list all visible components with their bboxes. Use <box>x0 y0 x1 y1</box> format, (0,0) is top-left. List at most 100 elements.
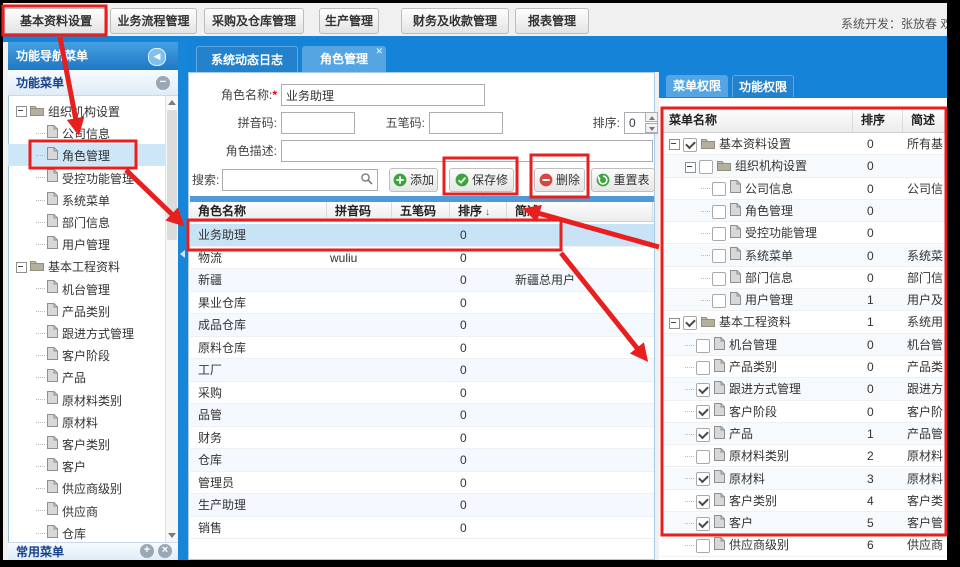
role-desc-field[interactable] <box>281 140 653 162</box>
delete-button[interactable]: 删除 <box>534 168 585 192</box>
spin-up-icon[interactable] <box>645 112 658 122</box>
tab-function-permissions[interactable]: 功能权限 <box>732 75 794 97</box>
permission-row[interactable]: 原材料类别2原材料 <box>661 445 947 467</box>
permission-checkbox[interactable] <box>696 361 710 375</box>
top-menu-item-3[interactable]: 采购及仓库管理 <box>204 8 304 34</box>
splitter-collapse-icon[interactable] <box>180 250 185 258</box>
permission-checkbox[interactable] <box>712 182 726 196</box>
expand-collapse-icon[interactable] <box>685 162 696 173</box>
expand-collapse-icon[interactable] <box>669 139 680 150</box>
permission-checkbox[interactable] <box>696 405 710 419</box>
permission-checkbox[interactable] <box>699 160 713 174</box>
permission-row[interactable]: 组织机构设置0 <box>661 155 947 177</box>
permission-checkbox[interactable] <box>712 272 726 286</box>
role-name-field[interactable] <box>281 84 485 106</box>
permission-checkbox[interactable] <box>683 138 697 152</box>
table-row[interactable]: 工厂0 <box>190 359 654 382</box>
permission-checkbox[interactable] <box>696 339 710 353</box>
save-changes-button[interactable]: 保存修改 <box>449 168 514 192</box>
permission-row[interactable]: 基本资料设置0所有基 <box>661 133 947 155</box>
table-row[interactable]: 成品仓库0 <box>190 314 654 337</box>
expand-collapse-icon[interactable] <box>16 262 27 273</box>
permission-checkbox[interactable] <box>696 495 710 509</box>
pinyin-field[interactable] <box>281 112 355 134</box>
tab-role-management[interactable]: 角色管理 ✕ <box>302 46 386 72</box>
spin-down-icon[interactable] <box>645 123 658 133</box>
permission-checkbox[interactable] <box>683 316 697 330</box>
table-row[interactable]: 品管0 <box>190 404 654 427</box>
table-row[interactable]: 新疆0新疆总用户 <box>190 269 654 292</box>
column-header-2[interactable]: 拼音码 <box>327 202 392 221</box>
table-row[interactable]: 采购0 <box>190 382 654 405</box>
permission-row[interactable]: 客户阶段0客户阶 <box>661 401 947 423</box>
permission-row[interactable]: 供应商级别6供应商 <box>661 534 947 556</box>
table-row[interactable]: 业务助理0 <box>190 224 654 247</box>
column-header-3[interactable]: 简述 <box>903 108 947 132</box>
column-header-2[interactable]: 排序 <box>853 108 903 132</box>
column-header-3[interactable]: 五笔码 <box>392 202 450 221</box>
permission-checkbox[interactable] <box>696 383 710 397</box>
permission-row[interactable]: 部门信息0部门信 <box>661 267 947 289</box>
panel-splitter[interactable] <box>178 42 188 560</box>
table-row[interactable]: 果业仓库0 <box>190 292 654 315</box>
expand-collapse-icon[interactable] <box>16 106 27 117</box>
table-row[interactable]: 物流wuliu0 <box>190 247 654 270</box>
top-menu-item-2[interactable]: 业务流程管理 <box>110 8 197 34</box>
column-header-5[interactable]: 简述 <box>507 202 653 221</box>
sidebar-section-header[interactable]: 功能菜单 <box>8 70 178 96</box>
top-menu-item-1[interactable]: 基本资料设置 <box>4 8 108 34</box>
sidebar-tree-item[interactable]: 组织机构设置 <box>8 100 173 122</box>
permission-checkbox[interactable] <box>712 294 726 308</box>
column-header-1[interactable]: 角色名称 <box>190 202 327 221</box>
table-row[interactable]: 生产助理0 <box>190 494 654 517</box>
reset-form-button[interactable]: 重置表单 <box>591 168 655 192</box>
permission-row[interactable]: 受控功能管理0 <box>661 222 947 244</box>
permission-checkbox[interactable] <box>696 539 710 553</box>
permission-row[interactable]: 机台管理0机台管 <box>661 334 947 356</box>
permission-row[interactable]: 原材料3原材料 <box>661 468 947 490</box>
sidebar-tree-item[interactable]: 基本工程资料 <box>8 255 173 277</box>
permission-checkbox[interactable] <box>696 472 710 486</box>
sidebar-collapse-button[interactable]: ◀ <box>148 48 166 66</box>
permission-checkbox[interactable] <box>712 249 726 263</box>
permission-row[interactable]: 客户类别4客户类 <box>661 490 947 512</box>
permission-checkbox[interactable] <box>696 428 710 442</box>
top-menu-item-4[interactable]: 生产管理 <box>319 8 379 34</box>
tab-system-log[interactable]: 系统动态日志 <box>196 46 298 72</box>
scroll-up-icon[interactable] <box>168 100 176 105</box>
expand-collapse-icon[interactable] <box>669 318 680 329</box>
add-button[interactable]: 添加 <box>389 168 438 192</box>
permission-row[interactable]: 产品1产品管 <box>661 423 947 445</box>
table-row[interactable]: 原料仓库0 <box>190 337 654 360</box>
wubi-field[interactable] <box>429 112 503 134</box>
permission-row[interactable]: 系统菜单0系统菜 <box>661 245 947 267</box>
permission-checkbox[interactable] <box>712 205 726 219</box>
permission-row[interactable]: 公司信息0公司信 <box>661 178 947 200</box>
sidebar-scrollbar[interactable] <box>165 96 178 542</box>
table-row[interactable]: 财务0 <box>190 427 654 450</box>
search-input[interactable] <box>222 169 378 191</box>
scroll-thumb[interactable] <box>167 110 177 240</box>
permission-row[interactable]: 角色管理0 <box>661 200 947 222</box>
top-menu-item-5[interactable]: 财务及收款管理 <box>401 8 509 34</box>
table-row[interactable]: 管理员0 <box>190 472 654 495</box>
permission-checkbox[interactable] <box>696 450 710 464</box>
tab-menu-permissions[interactable]: 菜单权限 <box>666 75 728 97</box>
remove-favorite-icon[interactable]: × <box>158 544 172 558</box>
column-header-4[interactable]: 排序↓ <box>450 202 507 221</box>
column-header-1[interactable]: 菜单名称 <box>661 108 853 132</box>
permission-row[interactable]: 客户5客户管 <box>661 512 947 534</box>
permission-row[interactable]: 用户管理1用户及 <box>661 289 947 311</box>
table-row[interactable]: 销售0 <box>190 517 654 540</box>
scroll-down-icon[interactable] <box>168 533 176 538</box>
table-row[interactable]: 仓库0 <box>190 449 654 472</box>
collapse-section-icon[interactable]: − <box>156 76 170 90</box>
permission-row[interactable]: 基本工程资料1系统用 <box>661 311 947 333</box>
close-tab-icon[interactable]: ✕ <box>375 46 383 57</box>
top-menu-item-6[interactable]: 报表管理 <box>515 8 589 34</box>
permission-checkbox[interactable] <box>712 227 726 241</box>
add-favorite-icon[interactable]: + <box>140 544 154 558</box>
permission-checkbox[interactable] <box>696 517 710 531</box>
permission-row[interactable]: 产品类别0产品类 <box>661 356 947 378</box>
permission-row[interactable]: 跟进方式管理0跟进方 <box>661 378 947 400</box>
